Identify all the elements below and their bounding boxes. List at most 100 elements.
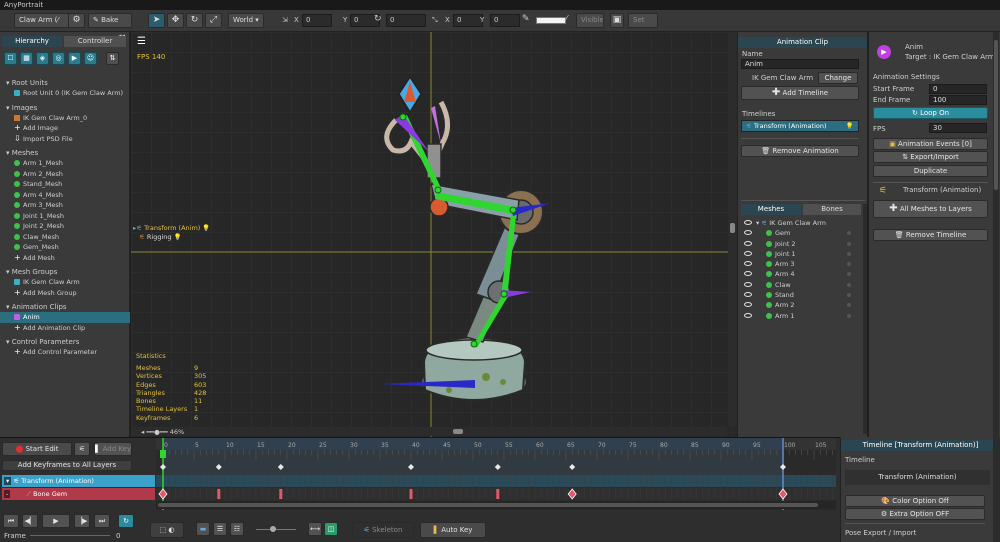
start-frame-field[interactable]: 0: [929, 84, 987, 94]
eye-icon[interactable]: [744, 250, 752, 256]
section-control-params[interactable]: ▾ Control Parameters: [0, 337, 130, 347]
add-timeline-button[interactable]: ✚ Add Timeline: [741, 86, 859, 100]
space-dropdown[interactable]: World ▾: [228, 13, 264, 28]
layer-rigging-row[interactable]: ⚟ Rigging 💡: [139, 233, 182, 241]
layout-2-icon[interactable]: ☰: [213, 522, 227, 536]
layer-transform-row[interactable]: ▸⚟ Transform (Anim) 💡: [133, 224, 211, 232]
fps-field[interactable]: 30: [929, 123, 987, 133]
scale-x-field[interactable]: 0: [453, 14, 483, 27]
add-image-button[interactable]: + Add Image: [0, 123, 130, 134]
animation-events-button[interactable]: ▣ Animation Events [0]: [873, 138, 988, 150]
eye-icon[interactable]: [744, 302, 752, 308]
timeline-zoom-slider[interactable]: [256, 526, 296, 532]
layout-3-icon[interactable]: ☷: [230, 522, 244, 536]
keyframe-canvas[interactable]: 0 5 10 15 20 25 30 35 40 45 50 55 60 65 70 75 80 85 90 95 10…: [156, 438, 836, 510]
bulb-icon[interactable]: 💡: [174, 233, 182, 241]
color-option-button[interactable]: 🎨 Color Option Off: [845, 495, 985, 507]
clip-mesh-row[interactable]: Claw: [738, 280, 867, 290]
mesh-item[interactable]: Claw_Mesh: [0, 232, 130, 243]
duplicate-button[interactable]: Duplicate: [873, 165, 988, 177]
mesh-root-row[interactable]: ▾ ⚟ IK Gem Claw Arm: [738, 218, 867, 228]
eyedropper-icon[interactable]: ⁄: [566, 14, 567, 23]
mesh-item[interactable]: Joint 1_Mesh: [0, 211, 130, 222]
track-bone-gem[interactable]: - ⟋ Bone Gem: [2, 488, 155, 500]
bulb-icon[interactable]: 💡: [202, 224, 210, 232]
add-anim-clip-button[interactable]: + Add Animation Clip: [0, 323, 130, 334]
snap-icon[interactable]: ◫: [324, 522, 338, 536]
add-mesh-button[interactable]: + Add Mesh: [0, 253, 130, 264]
v-scroll-thumb[interactable]: [730, 223, 735, 233]
extra-option-button[interactable]: ⚙ Extra Option OFF: [845, 508, 985, 520]
filter-anim-icon[interactable]: ▶: [68, 52, 81, 65]
tab-meshes[interactable]: Meshes: [741, 204, 801, 215]
visible-button[interactable]: Visible: [576, 13, 604, 28]
move-tool-icon[interactable]: ✥: [167, 13, 184, 28]
zoom-control[interactable]: ◂ ━━●━━ 46%: [141, 428, 184, 436]
mesh-item[interactable]: Gem_Mesh: [0, 242, 130, 253]
h-scroll-thumb[interactable]: [453, 429, 463, 434]
v-scrollbar[interactable]: [728, 32, 737, 427]
clip-mesh-row[interactable]: Joint 1: [738, 249, 867, 259]
remove-animation-button[interactable]: 🗑 Remove Animation: [741, 145, 859, 157]
mesh-item[interactable]: Arm 1_Mesh: [0, 158, 130, 169]
mesh-item[interactable]: Arm 4_Mesh: [0, 190, 130, 201]
next-frame-icon[interactable]: ▕▶: [74, 514, 90, 528]
tab-hierarchy[interactable]: Hierarchy: [2, 36, 62, 47]
tab-bones[interactable]: Bones: [803, 204, 861, 215]
clip-mesh-row[interactable]: Joint 2: [738, 239, 867, 249]
add-keyframes-all-button[interactable]: Add Keyframes to All Layers: [2, 460, 132, 471]
bake-button[interactable]: ✎ Bake: [88, 13, 132, 28]
color-swatch[interactable]: [536, 17, 566, 24]
pos-x-field[interactable]: 0: [302, 14, 332, 27]
expand-icon[interactable]: ▾: [4, 477, 12, 485]
anim-clip-item[interactable]: Anim: [0, 312, 130, 323]
section-animation-clips[interactable]: ▾ Animation Clips: [0, 302, 130, 312]
camera-icon[interactable]: ▣: [610, 13, 624, 28]
collapse-icon[interactable]: -: [4, 490, 11, 498]
view-mode-icons[interactable]: ⬚ ◐: [150, 522, 184, 538]
root-unit-item[interactable]: Root Unit 0 (IK Gem Claw Arm): [0, 88, 130, 99]
eye-icon[interactable]: [744, 281, 752, 287]
mesh-item[interactable]: Stand_Mesh: [0, 179, 130, 190]
import-psd-button[interactable]: ⇩ Import PSD File: [0, 134, 130, 145]
eye-icon[interactable]: [744, 220, 752, 225]
mesh-item[interactable]: Arm 2_Mesh: [0, 169, 130, 180]
scale-y-field[interactable]: 0: [490, 14, 520, 27]
scene-viewport[interactable]: ☰ FPS 140 ▸⚟ Transform (Anim) 💡 ⚟ Riggin…: [131, 32, 737, 437]
section-meshes[interactable]: ▾ Meshes: [0, 148, 130, 158]
mesh-item[interactable]: Joint 2_Mesh: [0, 221, 130, 232]
clip-mesh-row[interactable]: Stand: [738, 290, 867, 300]
end-frame-field[interactable]: 100: [929, 95, 987, 105]
add-control-param-button[interactable]: + Add Control Parameter: [0, 347, 130, 358]
h-scrollbar[interactable]: [131, 427, 727, 436]
object-select[interactable]: Claw Arm (⁄: [14, 13, 70, 28]
timeline-props-scrollbar[interactable]: [993, 437, 1000, 542]
section-mesh-groups[interactable]: ▾ Mesh Groups: [0, 267, 130, 277]
menu-icon[interactable]: ☰: [137, 37, 150, 49]
image-item[interactable]: IK Gem Claw Arm_0: [0, 113, 130, 124]
frame-slider[interactable]: [30, 535, 110, 536]
filter-meshgroup-icon[interactable]: ◎: [52, 52, 65, 65]
keyframe-area[interactable]: 0 5 10 15 20 25 30 35 40 45 50 55 60 65 70 75 80 85 90 95 10…: [156, 438, 836, 510]
eye-icon[interactable]: [744, 230, 752, 236]
settings-gear-icon[interactable]: ⚙: [68, 13, 85, 28]
track-transform[interactable]: ▾ ⚟ Transform (Animation): [2, 475, 155, 487]
eye-icon[interactable]: [744, 312, 752, 318]
clip-name-field[interactable]: Anim: [741, 59, 859, 69]
fit-width-icon[interactable]: ⟷: [308, 522, 322, 536]
filter-param-icon[interactable]: ☺: [84, 52, 97, 65]
prev-frame-icon[interactable]: ◀▏: [22, 514, 38, 528]
last-frame-icon[interactable]: ⏭: [94, 514, 110, 528]
add-key-button[interactable]: ▌ Add Key: [94, 442, 132, 456]
clip-mesh-row[interactable]: Arm 1: [738, 311, 867, 321]
props-scrollbar[interactable]: [993, 32, 999, 437]
rotation-field[interactable]: 0: [386, 14, 426, 27]
sort-icon[interactable]: ⇅: [106, 52, 119, 65]
eye-icon[interactable]: [744, 292, 752, 298]
scale-tool-icon[interactable]: ⤢: [205, 13, 222, 28]
clip-mesh-row[interactable]: Arm 3: [738, 259, 867, 269]
filter-image-icon[interactable]: ▦: [20, 52, 33, 65]
clip-mesh-row[interactable]: Gem: [738, 228, 867, 238]
tab-controller[interactable]: Controller: [64, 36, 126, 47]
add-mesh-group-button[interactable]: + Add Mesh Group: [0, 288, 130, 299]
